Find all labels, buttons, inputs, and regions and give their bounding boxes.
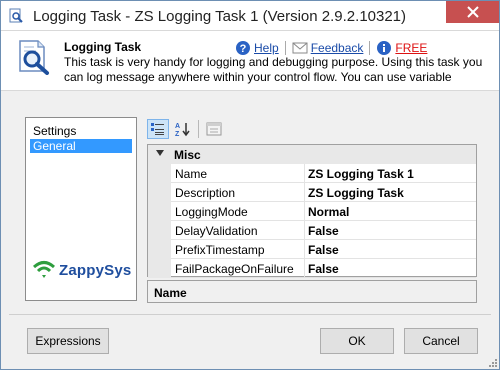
free-link[interactable]: FREE [395,41,427,55]
task-description: This task is very handy for logging and … [64,55,483,84]
property-pages-icon [206,122,222,136]
task-header: Logging Task ? Help Feedback FREE This t… [1,31,499,91]
window-title: Logging Task - ZS Logging Task 1 (Versio… [33,8,407,25]
nav-item-label: Settings [33,124,77,138]
property-grid: Misc Name ZS Logging Task 1 Description … [147,144,477,278]
feedback-link[interactable]: Feedback [311,41,364,55]
nav-item-settings[interactable]: Settings [30,124,132,138]
property-value[interactable]: ZS Logging Task [308,186,404,200]
category-row-misc[interactable]: Misc [148,145,476,164]
close-button[interactable] [446,1,499,23]
task-title: Logging Task [64,40,142,54]
property-value[interactable]: Normal [308,205,349,219]
property-pages-button[interactable] [203,119,225,139]
property-value[interactable]: False [308,243,339,257]
logging-task-dialog: Logging Task - ZS Logging Task 1 (Versio… [0,0,500,370]
property-name: DelayValidation [175,224,258,238]
nav-item-label: General [33,139,76,153]
footer-divider [9,314,491,315]
zappysys-wifi-logo [32,261,56,278]
envelope-icon [292,42,308,54]
svg-text:Z: Z [175,131,180,137]
property-row-prefixtimestamp[interactable]: PrefixTimestamp False [148,240,476,259]
help-pane-title: Name [154,286,187,300]
link-separator [284,41,286,55]
navigation-panel: Settings General ZappySys [25,117,137,301]
property-name: Description [175,186,236,200]
categorized-view-icon [151,123,164,135]
property-value[interactable]: ZS Logging Task 1 [308,167,414,181]
svg-text:?: ? [240,43,247,55]
magnifier-document-icon [9,8,23,23]
property-value[interactable]: False [308,262,339,276]
property-toolbar: A Z [147,118,227,140]
zappysys-logo: ZappySys [32,259,131,281]
category-label: Misc [174,148,201,162]
svg-text:A: A [175,123,180,130]
property-row-loggingmode[interactable]: LoggingMode Normal [148,202,476,221]
collapse-icon[interactable] [156,150,164,156]
alphabetical-button[interactable]: A Z [171,119,193,139]
link-separator [369,41,371,55]
resize-grip-icon[interactable] [487,357,498,368]
magnifier-document-icon [19,40,49,75]
help-icon: ? [236,41,250,55]
property-row-name[interactable]: Name ZS Logging Task 1 [148,164,476,183]
property-value[interactable]: False [308,224,339,238]
toolbar-separator [198,120,199,138]
header-links: ? Help Feedback FREE [235,40,427,56]
property-name: Name [175,167,208,181]
property-help-pane: Name [147,280,477,303]
info-icon [377,41,392,55]
nav-item-general[interactable]: General [30,139,132,153]
cancel-button[interactable]: Cancel [404,328,478,354]
property-name: PrefixTimestamp [175,243,265,257]
ok-button[interactable]: OK [320,328,394,354]
property-name: FailPackageOnFailure [175,262,294,276]
sort-az-icon: A Z [175,123,190,137]
expressions-button[interactable]: Expressions [27,328,109,354]
logo-text: ZappySys [59,261,132,279]
property-name: LoggingMode [175,205,248,219]
title-bar[interactable]: Logging Task - ZS Logging Task 1 (Versio… [1,1,499,31]
property-row-failpackageonfailure[interactable]: FailPackageOnFailure False [148,259,476,278]
close-icon [466,6,479,18]
property-row-description[interactable]: Description ZS Logging Task [148,183,476,202]
categorized-button[interactable] [147,119,169,139]
help-link[interactable]: Help [254,41,279,55]
property-row-delayvalidation[interactable]: DelayValidation False [148,221,476,240]
